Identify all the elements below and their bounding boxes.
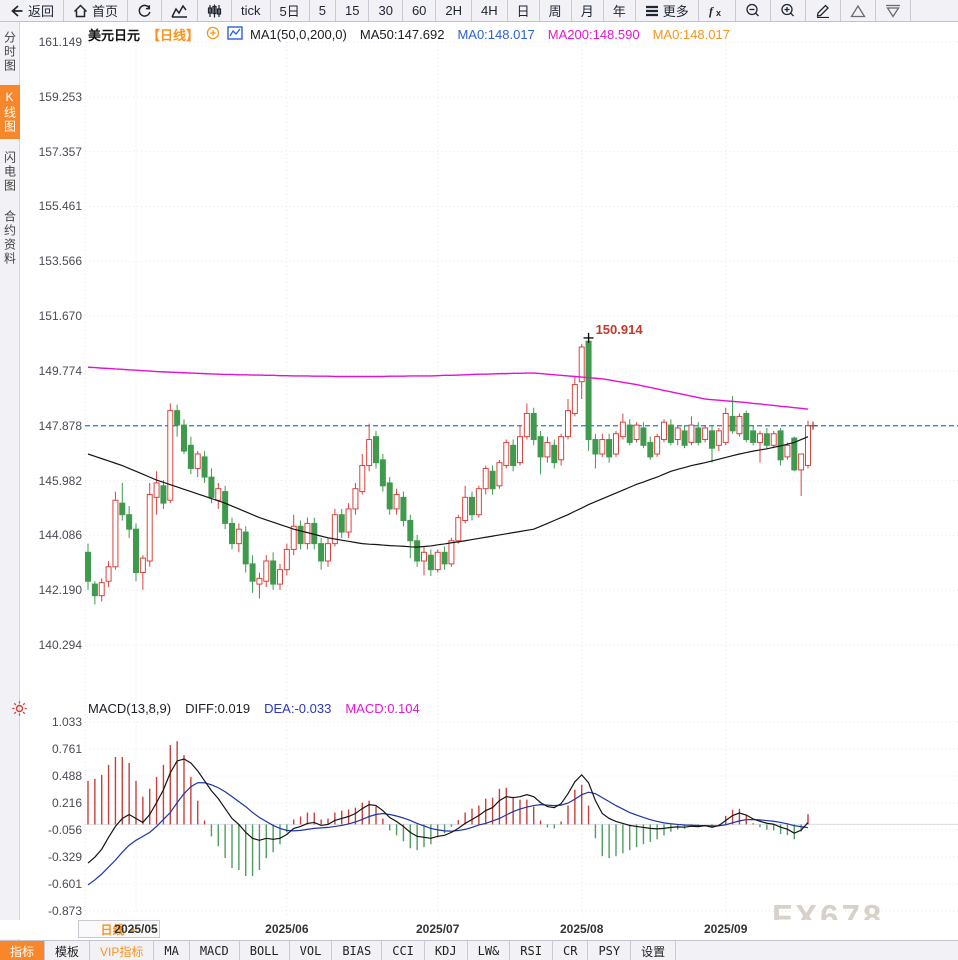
month-label: 2025/09 [704,922,747,936]
month-label: 2025/06 [265,922,308,936]
macd-readout-2: DEA:-0.033 [264,701,331,716]
indicator-tab-LW&[interactable]: LW& [468,941,511,960]
macd-axis-label: 0.216 [18,796,82,810]
price-axis-label: 140.294 [18,638,82,652]
indicator-tab-VIP指标[interactable]: VIP指标 [90,941,154,960]
price-axis-label: 144.086 [18,528,82,542]
indicator-tab-MA[interactable]: MA [154,941,189,960]
price-axis-label: 157.357 [18,145,82,159]
indicator-tab-指标[interactable]: 指标 [0,941,45,960]
macd-axis-label: 0.761 [18,742,82,756]
macd-readouts: MACD(13,8,9) DIFF:0.019 DEA:-0.033 MACD:0.1… [88,701,420,716]
price-axis-label: 149.774 [18,364,82,378]
indicator-tab-RSI[interactable]: RSI [510,941,553,960]
add-indicator-icon[interactable] [206,26,220,43]
price-axis-label: 142.190 [18,583,82,597]
macd-axis-label: -0.601 [18,877,82,891]
indicator-tab-PSY[interactable]: PSY [588,941,631,960]
macd-readout-1: DIFF:0.019 [185,701,250,716]
indicator-tab-模板[interactable]: 模板 [45,941,90,960]
indicator-tab-bar: 指标模板VIP指标MAMACDBOLLVOLBIASCCIKDJLW&RSICR… [0,940,958,960]
indicator-tab-VOL[interactable]: VOL [290,941,333,960]
symbol-name: 美元日元 [88,25,140,44]
ma-readout-3: MA200:148.590 [548,27,640,42]
price-axis-label: 145.982 [18,474,82,488]
macd-readout-3: MACD:0.104 [345,701,419,716]
indicator-tab-BIAS[interactable]: BIAS [332,941,382,960]
indicator-tab-KDJ[interactable]: KDJ [425,941,468,960]
price-axis-label: 151.670 [18,309,82,323]
indicator-tab-CCI[interactable]: CCI [382,941,425,960]
trading-app-window: 返回首页tick5日51530602H4H日周月年更多fx 分时图K线图闪电图合… [0,0,958,960]
price-axis-label: 153.566 [18,254,82,268]
month-label: 2025/07 [416,922,459,936]
macd-axis-label: -0.873 [18,904,82,918]
indicator-tab-MACD[interactable]: MACD [190,941,240,960]
ma-readout-4: MA0:148.017 [653,27,730,42]
candlestick-chart-canvas[interactable]: 150.914 [0,0,958,960]
price-axis-label: 159.253 [18,90,82,104]
macd-axis-label: -0.056 [18,823,82,837]
period-tag: 【日线】 [147,25,199,44]
price-axis-label: 155.461 [18,199,82,213]
price-axis-label: 147.878 [18,419,82,433]
price-axis-label: 161.149 [18,35,82,49]
high-price-annotation: 150.914 [596,322,644,337]
time-axis-row: 日线 ▲ 2025/052025/062025/072025/082025/09 [0,920,958,939]
month-label: 2025/08 [560,922,603,936]
ma-readout-2: MA0:148.017 [457,27,534,42]
chart-header: 美元日元 【日线】 MA1(50,0,200,0) MA50:147.692 MA0… [88,25,730,44]
macd-readout-0: MACD(13,8,9) [88,701,171,716]
indicator-tab-CR[interactable]: CR [553,941,588,960]
macd-axis-label: 1.033 [18,715,82,729]
ma-readout-1: MA50:147.692 [360,27,445,42]
ma-chart-icon[interactable] [227,26,243,43]
ma-readout-0: MA1(50,0,200,0) [250,27,347,42]
macd-axis-label: 0.488 [18,769,82,783]
month-label: 2025/05 [114,922,157,936]
macd-axis-label: -0.329 [18,850,82,864]
ma-readouts: MA1(50,0,200,0) MA50:147.692 MA0:148.017 MA… [250,27,730,42]
indicator-tab-BOLL[interactable]: BOLL [240,941,290,960]
indicator-tab-设置[interactable]: 设置 [631,941,676,960]
